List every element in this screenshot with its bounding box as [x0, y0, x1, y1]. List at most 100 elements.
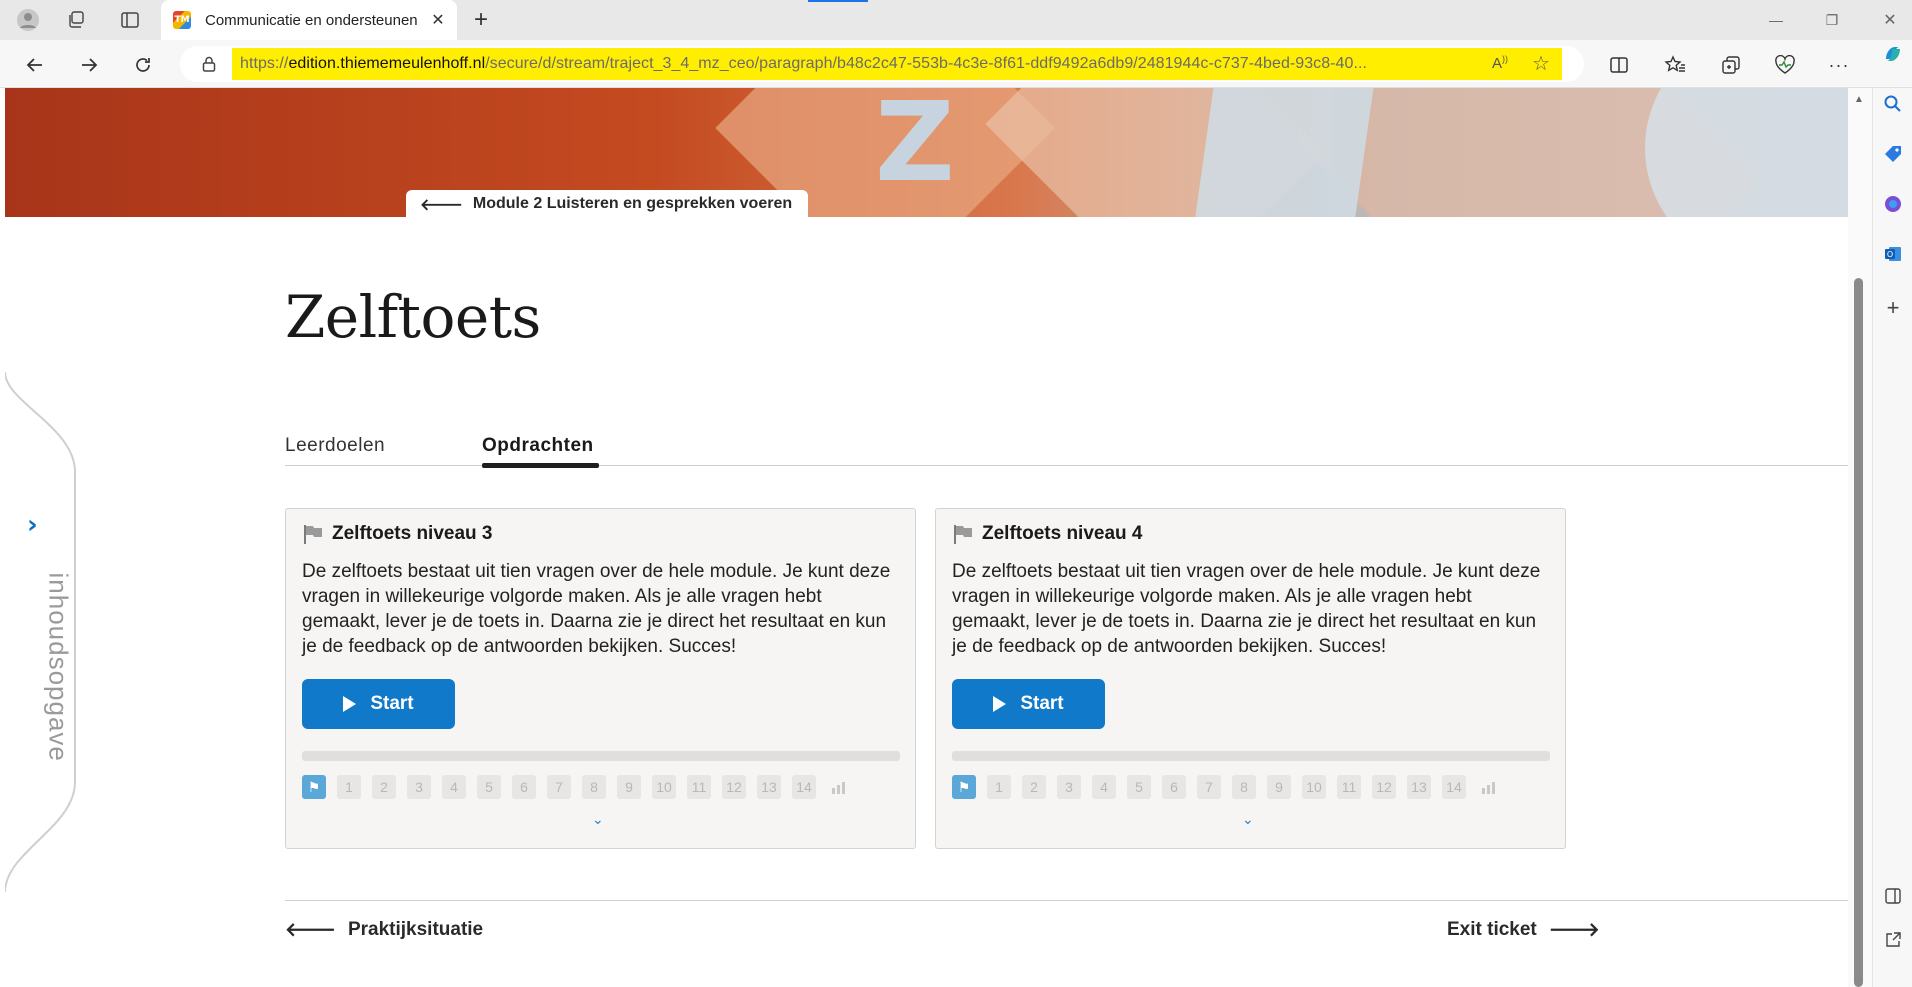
chevron-down-icon[interactable]: ⌄	[592, 812, 604, 828]
step-start-flag-icon[interactable]: ⚑	[952, 775, 976, 799]
step-item[interactable]: 7	[1197, 775, 1221, 799]
page-title: Zelftoets	[285, 283, 541, 351]
step-item[interactable]: 13	[1407, 775, 1431, 799]
edge-sidebar: O +	[1872, 47, 1912, 987]
content-tabs: Leerdoelen Opdrachten	[285, 423, 1848, 468]
step-item[interactable]: 10	[1302, 775, 1326, 799]
browser-essentials-icon[interactable]	[1770, 50, 1800, 80]
external-link-icon[interactable]	[1879, 926, 1907, 954]
tab-actions-icon[interactable]	[116, 6, 144, 34]
card-description: De zelftoets bestaat uit tien vragen ove…	[302, 561, 891, 657]
card-description: De zelftoets bestaat uit tien vragen ove…	[952, 561, 1541, 657]
svg-text:O: O	[1887, 250, 1893, 259]
step-item[interactable]: 1	[987, 775, 1011, 799]
forward-arrow-icon[interactable]	[74, 50, 104, 80]
step-item[interactable]: 14	[792, 775, 816, 799]
step-item[interactable]: 4	[1092, 775, 1116, 799]
step-item[interactable]: 3	[1057, 775, 1081, 799]
add-icon[interactable]: +	[1879, 294, 1907, 322]
address-bar-row: https://edition.thiememeulenhoff.nl/secu…	[0, 40, 1912, 88]
refresh-icon[interactable]	[128, 50, 158, 80]
tab-active[interactable]: TM Communicatie en ondersteunen ✕	[161, 0, 457, 40]
selftest-card-level-4: Zelftoets niveau 4 De zelftoets bestaat …	[935, 508, 1566, 849]
card-title: Zelftoets niveau 3	[332, 523, 493, 544]
profile-icon[interactable]	[14, 6, 42, 34]
step-item[interactable]: 6	[512, 775, 536, 799]
scroll-thumb[interactable]	[1854, 278, 1863, 987]
progress-bar	[952, 751, 1550, 761]
sidebar-toggle-icon[interactable]	[1879, 882, 1907, 910]
prev-page-label: Praktijksituatie	[347, 919, 484, 940]
shopping-tag-icon[interactable]	[1879, 140, 1907, 168]
search-icon[interactable]	[1879, 90, 1907, 118]
start-button-label: Start	[1020, 693, 1064, 714]
step-start-flag-icon[interactable]: ⚑	[302, 775, 326, 799]
step-item[interactable]: 12	[1372, 775, 1396, 799]
step-item[interactable]: 5	[1127, 775, 1151, 799]
hero-letter: Z	[875, 88, 955, 206]
step-item[interactable]: 7	[547, 775, 571, 799]
split-screen-icon[interactable]	[1604, 50, 1634, 80]
url-text: https://edition.thiememeulenhoff.nl/secu…	[240, 55, 1367, 72]
site-favicon: TM	[173, 11, 191, 29]
module-back-link[interactable]: 🡐 Module 2 Luisteren en gesprekken voere…	[406, 190, 809, 218]
workspaces-icon[interactable]	[62, 6, 90, 34]
step-item[interactable]: 10	[652, 775, 676, 799]
step-item[interactable]: 14	[1442, 775, 1466, 799]
start-button[interactable]: Start	[302, 679, 455, 729]
restore-icon[interactable]: ❐	[1818, 6, 1846, 34]
back-arrow-icon[interactable]	[20, 50, 50, 80]
favorite-star-icon[interactable]: ☆	[1532, 51, 1550, 76]
step-item[interactable]: 13	[757, 775, 781, 799]
play-icon	[343, 696, 357, 712]
step-item[interactable]: 5	[477, 775, 501, 799]
page-content: Z 🡐 Module 2 Luisteren en gesprekken voe…	[5, 88, 1848, 987]
step-item[interactable]: 8	[1232, 775, 1256, 799]
bar-chart-icon[interactable]	[1477, 775, 1501, 799]
outlook-icon[interactable]: O	[1879, 240, 1907, 268]
step-item[interactable]: 2	[372, 775, 396, 799]
new-tab-icon[interactable]: +	[467, 6, 495, 34]
selftest-card-level-3: Zelftoets niveau 3 De zelftoets bestaat …	[285, 508, 916, 849]
close-window-icon[interactable]: ✕	[1876, 6, 1904, 34]
start-button[interactable]: Start	[952, 679, 1105, 729]
step-item[interactable]: 11	[687, 775, 711, 799]
browser-tab-bar: TM Communicatie en ondersteunen ✕ + — ❐ …	[0, 0, 1912, 40]
step-item[interactable]: 6	[1162, 775, 1186, 799]
more-options-icon[interactable]: ···	[1824, 50, 1854, 80]
chevron-right-icon[interactable]: ›	[27, 510, 38, 540]
step-item[interactable]: 4	[442, 775, 466, 799]
m365-icon[interactable]	[1879, 190, 1907, 218]
minimize-icon[interactable]: —	[1762, 6, 1790, 34]
lock-icon[interactable]	[202, 56, 216, 72]
flag-icon	[304, 525, 322, 544]
prev-page-link[interactable]: 🡐 Praktijksituatie	[285, 918, 483, 942]
chevron-down-icon[interactable]: ⌄	[1242, 812, 1254, 828]
url-field[interactable]: https://edition.thiememeulenhoff.nl/secu…	[180, 46, 1584, 82]
step-item[interactable]: 9	[1267, 775, 1291, 799]
page-scrollbar[interactable]: ▲	[1848, 88, 1872, 987]
step-item[interactable]: 11	[1337, 775, 1361, 799]
close-tab-icon[interactable]: ✕	[427, 9, 449, 31]
favorites-icon[interactable]	[1660, 50, 1690, 80]
step-item[interactable]: 8	[582, 775, 606, 799]
step-item[interactable]: 3	[407, 775, 431, 799]
footer-divider	[285, 900, 1848, 901]
tab-leerdoelen[interactable]: Leerdoelen	[285, 435, 385, 457]
next-page-link[interactable]: Exit ticket 🡒	[1447, 918, 1600, 942]
scroll-up-icon[interactable]: ▲	[1854, 94, 1864, 105]
read-aloud-icon[interactable]: A))	[1492, 54, 1508, 72]
step-item[interactable]: 9	[617, 775, 641, 799]
bar-chart-icon[interactable]	[827, 775, 851, 799]
step-item[interactable]: 2	[1022, 775, 1046, 799]
play-icon	[993, 696, 1007, 712]
copilot-icon[interactable]	[1879, 40, 1907, 68]
toc-toggle[interactable]: › inhoudsopgave	[5, 372, 76, 892]
arrow-left-icon: 🡐	[420, 196, 463, 214]
collections-icon[interactable]	[1716, 50, 1746, 80]
step-item[interactable]: 12	[722, 775, 746, 799]
toc-label[interactable]: inhoudsopgave	[43, 573, 74, 762]
tab-opdrachten[interactable]: Opdrachten	[482, 435, 594, 457]
step-item[interactable]: 1	[337, 775, 361, 799]
module-back-label: Module 2 Luisteren en gesprekken voeren	[472, 195, 793, 212]
